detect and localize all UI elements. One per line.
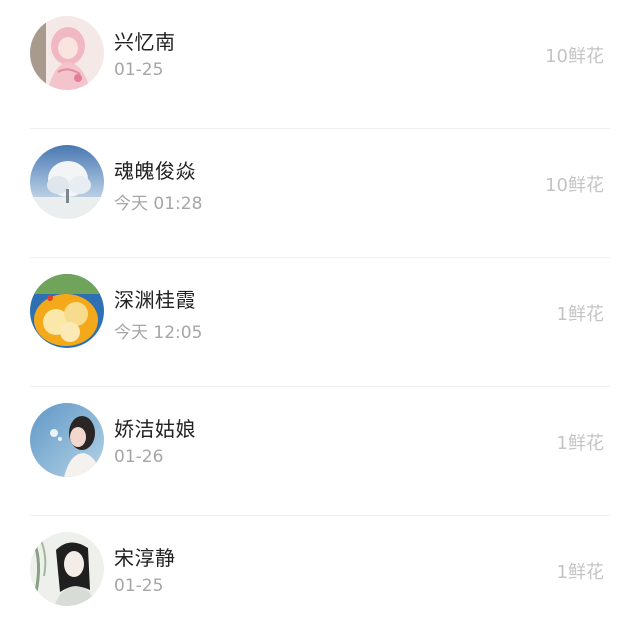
gift-time: 01-25: [114, 60, 164, 80]
flower-count: 10鲜花: [545, 175, 604, 196]
flower-count: 1鲜花: [556, 562, 604, 583]
user-name[interactable]: 魂魄俊焱: [114, 155, 196, 184]
gift-time: 01-25: [114, 576, 164, 596]
gift-time: 今天 12:05: [114, 323, 203, 343]
pink-anime-girl-avatar-icon: [30, 16, 104, 90]
avatar[interactable]: [30, 145, 104, 219]
user-name[interactable]: 深渊桂霞: [114, 284, 196, 313]
girl-portrait-avatar-icon: [30, 403, 104, 477]
avatar[interactable]: [30, 16, 104, 90]
snowy-tree-avatar-icon: [30, 145, 104, 219]
user-name[interactable]: 兴忆南: [114, 26, 176, 55]
user-name[interactable]: 宋淳静: [114, 542, 176, 571]
gift-time: 今天 01:28: [114, 194, 203, 214]
flower-gift-list: 兴忆南 01-25 10鲜花 魂魄俊焱 今天 01:28 10鲜花 深渊桂霞 今…: [0, 0, 640, 636]
ink-drawing-man-avatar-icon: [30, 532, 104, 606]
user-name[interactable]: 娇洁姑娘: [114, 413, 196, 442]
avatar[interactable]: [30, 403, 104, 477]
gift-time: 01-26: [114, 447, 164, 467]
avatar[interactable]: [30, 274, 104, 348]
list-item[interactable]: 深渊桂霞 今天 12:05 1鲜花: [0, 258, 640, 387]
flower-count: 1鲜花: [556, 433, 604, 454]
avatar[interactable]: [30, 532, 104, 606]
list-item[interactable]: 兴忆南 01-25 10鲜花: [0, 0, 640, 129]
list-item[interactable]: 娇洁姑娘 01-26 1鲜花: [0, 387, 640, 516]
list-item[interactable]: 魂魄俊焱 今天 01:28 10鲜花: [0, 129, 640, 258]
flower-count: 10鲜花: [545, 46, 604, 67]
orange-sweets-avatar-icon: [30, 274, 104, 348]
flower-count: 1鲜花: [556, 304, 604, 325]
list-item[interactable]: 宋淳静 01-25 1鲜花: [0, 516, 640, 636]
